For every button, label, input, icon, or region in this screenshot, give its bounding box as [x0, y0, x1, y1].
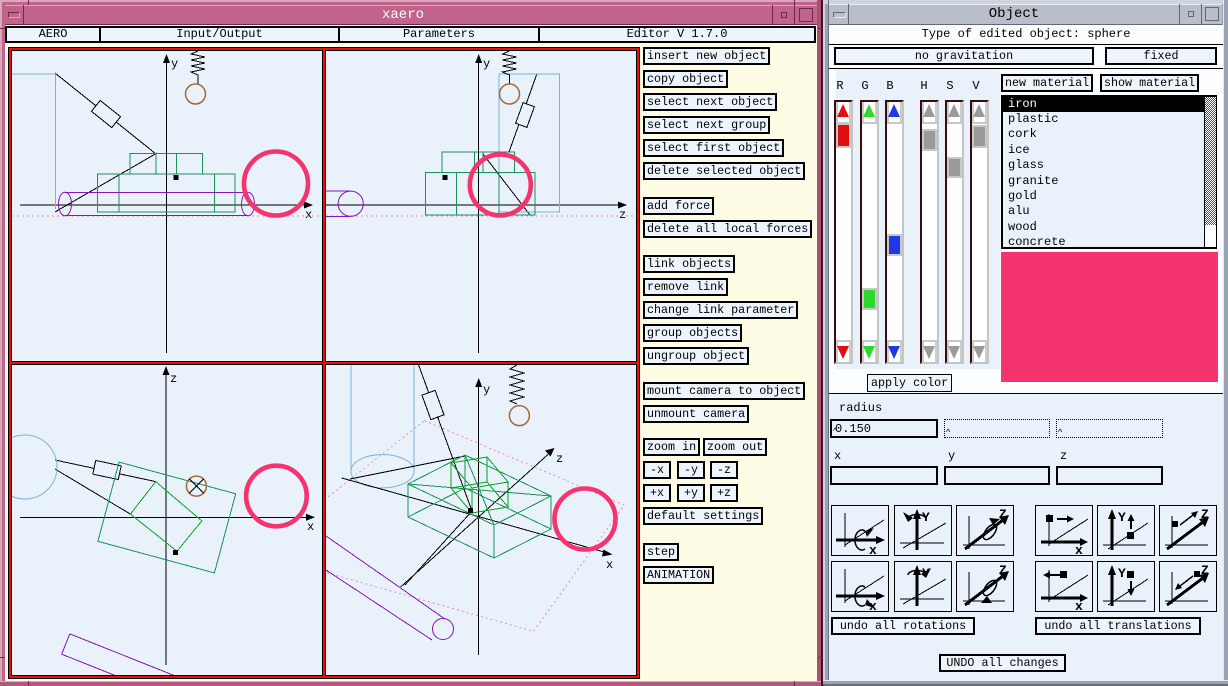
svg-text:Z: Z [999, 563, 1007, 578]
svg-text:x: x [1075, 599, 1083, 611]
svg-text:x: x [869, 599, 877, 611]
svg-text:x: x [305, 208, 312, 222]
svg-text:Y: Y [922, 566, 930, 581]
svg-text:z: z [170, 372, 177, 386]
svg-text:z: z [556, 452, 563, 466]
svg-text:y: y [483, 383, 490, 397]
svg-text:y: y [171, 57, 178, 71]
svg-text:x: x [869, 543, 877, 555]
svg-text:z: z [619, 208, 626, 222]
svg-text:Z: Z [999, 507, 1007, 522]
svg-text:Z: Z [1201, 563, 1209, 578]
svg-text:Z: Z [1201, 507, 1209, 522]
svg-text:Y: Y [1118, 566, 1126, 581]
svg-text:x: x [1075, 543, 1083, 555]
svg-text:Y: Y [1118, 510, 1126, 525]
svg-text:y: y [483, 57, 490, 71]
svg-text:Y: Y [922, 510, 930, 525]
svg-text:x: x [307, 520, 314, 534]
svg-text:x: x [606, 558, 613, 572]
